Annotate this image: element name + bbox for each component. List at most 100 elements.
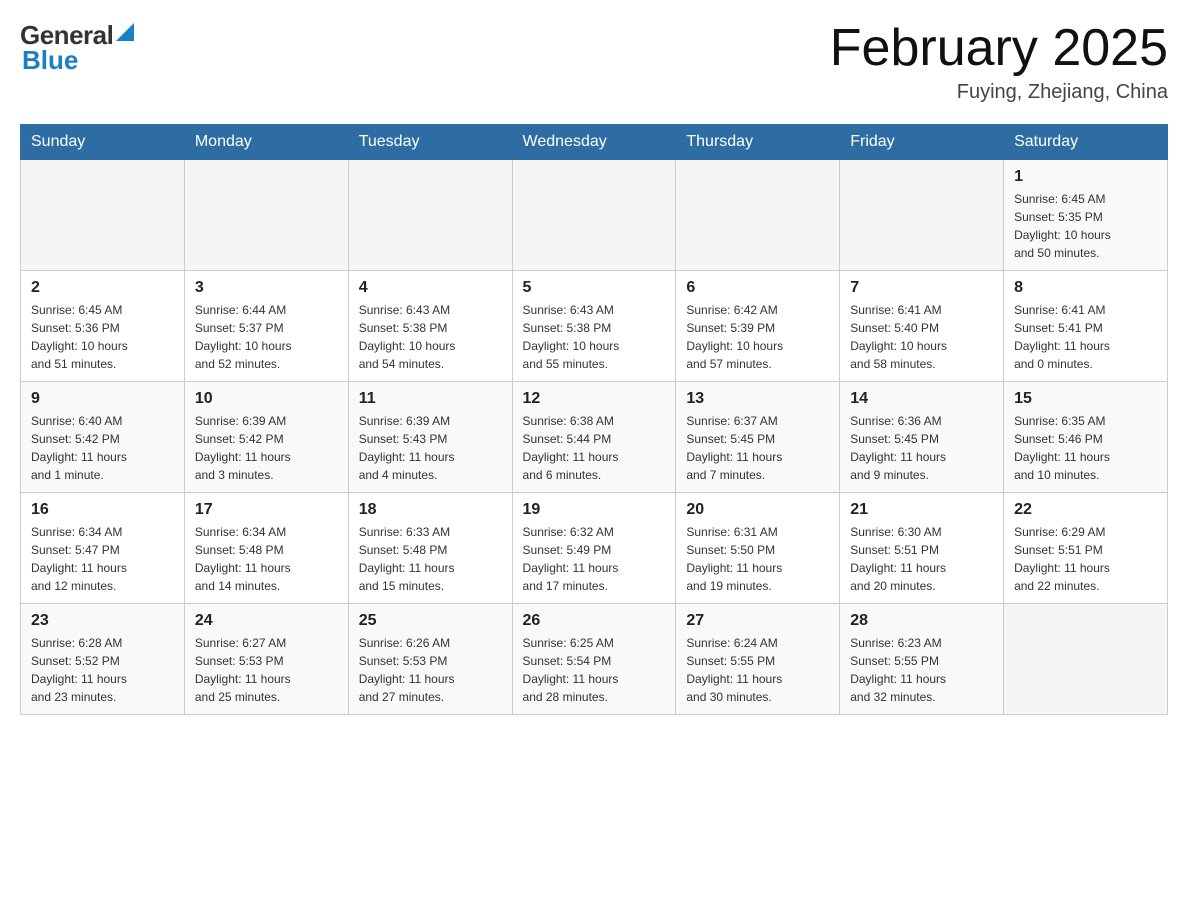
calendar-cell: 11 Sunrise: 6:39 AM Sunset: 5:43 PM Dayli… <box>348 382 512 493</box>
calendar-cell <box>1004 604 1168 715</box>
day-info: Sunrise: 6:41 AM Sunset: 5:41 PM Dayligh… <box>1014 301 1157 373</box>
day-number: 10 <box>195 390 338 408</box>
calendar-cell: 14Sunrise: 6:36 AM Sunset: 5:45 PM Dayli… <box>840 382 1004 493</box>
weekday-header-friday: Friday <box>840 125 1004 160</box>
month-title: February 2025 <box>830 20 1168 77</box>
day-number: 27 <box>686 612 829 630</box>
day-number: 13 <box>686 390 829 408</box>
weekday-header-tuesday: Tuesday <box>348 125 512 160</box>
calendar-cell: 5 Sunrise: 6:43 AM Sunset: 5:38 PM Daylig… <box>512 271 676 382</box>
calendar-cell <box>184 160 348 271</box>
day-info: Sunrise: 6:36 AM Sunset: 5:45 PM Dayligh… <box>850 412 993 484</box>
day-number: 24 <box>195 612 338 630</box>
calendar-cell <box>348 160 512 271</box>
week-row-2: 2Sunrise: 6:45 AM Sunset: 5:36 PM Daylig… <box>21 271 1168 382</box>
day-number: 15 <box>1014 390 1157 408</box>
calendar-cell: 3 Sunrise: 6:44 AM Sunset: 5:37 PM Daylig… <box>184 271 348 382</box>
day-number: 22 <box>1014 501 1157 519</box>
calendar-cell: 6 Sunrise: 6:42 AM Sunset: 5:39 PM Daylig… <box>676 271 840 382</box>
day-info: Sunrise: 6:41 AM Sunset: 5:40 PM Dayligh… <box>850 301 993 373</box>
calendar-cell: 21 Sunrise: 6:30 AM Sunset: 5:51 PM Dayli… <box>840 493 1004 604</box>
calendar-cell: 16 Sunrise: 6:34 AM Sunset: 5:47 PM Dayli… <box>21 493 185 604</box>
day-number: 1 <box>1014 168 1157 186</box>
calendar-cell: 7 Sunrise: 6:41 AM Sunset: 5:40 PM Daylig… <box>840 271 1004 382</box>
day-info: Sunrise: 6:34 AM Sunset: 5:47 PM Dayligh… <box>31 523 174 595</box>
calendar-cell: 2Sunrise: 6:45 AM Sunset: 5:36 PM Daylig… <box>21 271 185 382</box>
calendar-cell <box>512 160 676 271</box>
day-number: 21 <box>850 501 993 519</box>
weekday-header-monday: Monday <box>184 125 348 160</box>
logo-blue-text: Blue <box>22 45 78 76</box>
calendar-cell: 24 Sunrise: 6:27 AM Sunset: 5:53 PM Dayli… <box>184 604 348 715</box>
calendar-cell: 27 Sunrise: 6:24 AM Sunset: 5:55 PM Dayli… <box>676 604 840 715</box>
page-header: General Blue February 2025 Fuying, Zheji… <box>20 20 1168 104</box>
calendar-cell <box>676 160 840 271</box>
day-info: Sunrise: 6:28 AM Sunset: 5:52 PM Dayligh… <box>31 634 174 706</box>
location-label: Fuying, Zhejiang, China <box>830 81 1168 104</box>
calendar-table: SundayMondayTuesdayWednesdayThursdayFrid… <box>20 124 1168 715</box>
day-info: Sunrise: 6:42 AM Sunset: 5:39 PM Dayligh… <box>686 301 829 373</box>
day-info: Sunrise: 6:23 AM Sunset: 5:55 PM Dayligh… <box>850 634 993 706</box>
day-info: Sunrise: 6:37 AM Sunset: 5:45 PM Dayligh… <box>686 412 829 484</box>
title-section: February 2025 Fuying, Zhejiang, China <box>830 20 1168 104</box>
day-info: Sunrise: 6:27 AM Sunset: 5:53 PM Dayligh… <box>195 634 338 706</box>
calendar-cell: 12Sunrise: 6:38 AM Sunset: 5:44 PM Dayli… <box>512 382 676 493</box>
day-info: Sunrise: 6:31 AM Sunset: 5:50 PM Dayligh… <box>686 523 829 595</box>
day-number: 19 <box>523 501 666 519</box>
logo-arrow-icon <box>116 23 134 46</box>
calendar-cell: 19 Sunrise: 6:32 AM Sunset: 5:49 PM Dayli… <box>512 493 676 604</box>
day-info: Sunrise: 6:34 AM Sunset: 5:48 PM Dayligh… <box>195 523 338 595</box>
day-number: 12 <box>523 390 666 408</box>
day-number: 20 <box>686 501 829 519</box>
calendar-cell: 18 Sunrise: 6:33 AM Sunset: 5:48 PM Dayli… <box>348 493 512 604</box>
day-number: 25 <box>359 612 502 630</box>
calendar-cell: 20 Sunrise: 6:31 AM Sunset: 5:50 PM Dayli… <box>676 493 840 604</box>
calendar-cell: 9 Sunrise: 6:40 AM Sunset: 5:42 PM Daylig… <box>21 382 185 493</box>
day-number: 7 <box>850 279 993 297</box>
day-info: Sunrise: 6:40 AM Sunset: 5:42 PM Dayligh… <box>31 412 174 484</box>
day-number: 5 <box>523 279 666 297</box>
calendar-cell: 15 Sunrise: 6:35 AM Sunset: 5:46 PM Dayli… <box>1004 382 1168 493</box>
week-row-3: 9 Sunrise: 6:40 AM Sunset: 5:42 PM Daylig… <box>21 382 1168 493</box>
calendar-cell <box>840 160 1004 271</box>
day-info: Sunrise: 6:32 AM Sunset: 5:49 PM Dayligh… <box>523 523 666 595</box>
calendar-cell <box>21 160 185 271</box>
calendar-cell: 28 Sunrise: 6:23 AM Sunset: 5:55 PM Dayli… <box>840 604 1004 715</box>
week-row-5: 23 Sunrise: 6:28 AM Sunset: 5:52 PM Dayli… <box>21 604 1168 715</box>
day-info: Sunrise: 6:43 AM Sunset: 5:38 PM Dayligh… <box>523 301 666 373</box>
day-number: 8 <box>1014 279 1157 297</box>
day-number: 17 <box>195 501 338 519</box>
day-number: 6 <box>686 279 829 297</box>
day-info: Sunrise: 6:29 AM Sunset: 5:51 PM Dayligh… <box>1014 523 1157 595</box>
day-info: Sunrise: 6:25 AM Sunset: 5:54 PM Dayligh… <box>523 634 666 706</box>
day-number: 16 <box>31 501 174 519</box>
day-info: Sunrise: 6:43 AM Sunset: 5:38 PM Dayligh… <box>359 301 502 373</box>
calendar-cell: 26 Sunrise: 6:25 AM Sunset: 5:54 PM Dayli… <box>512 604 676 715</box>
calendar-cell: 1Sunrise: 6:45 AM Sunset: 5:35 PM Daylig… <box>1004 160 1168 271</box>
calendar-cell: 13 Sunrise: 6:37 AM Sunset: 5:45 PM Dayli… <box>676 382 840 493</box>
day-info: Sunrise: 6:35 AM Sunset: 5:46 PM Dayligh… <box>1014 412 1157 484</box>
day-info: Sunrise: 6:30 AM Sunset: 5:51 PM Dayligh… <box>850 523 993 595</box>
day-info: Sunrise: 6:45 AM Sunset: 5:36 PM Dayligh… <box>31 301 174 373</box>
day-info: Sunrise: 6:39 AM Sunset: 5:42 PM Dayligh… <box>195 412 338 484</box>
day-number: 28 <box>850 612 993 630</box>
day-info: Sunrise: 6:24 AM Sunset: 5:55 PM Dayligh… <box>686 634 829 706</box>
week-row-4: 16 Sunrise: 6:34 AM Sunset: 5:47 PM Dayli… <box>21 493 1168 604</box>
calendar-cell: 10 Sunrise: 6:39 AM Sunset: 5:42 PM Dayli… <box>184 382 348 493</box>
day-number: 26 <box>523 612 666 630</box>
day-number: 3 <box>195 279 338 297</box>
day-number: 23 <box>31 612 174 630</box>
day-info: Sunrise: 6:33 AM Sunset: 5:48 PM Dayligh… <box>359 523 502 595</box>
calendar-cell: 8 Sunrise: 6:41 AM Sunset: 5:41 PM Daylig… <box>1004 271 1168 382</box>
calendar-cell: 23 Sunrise: 6:28 AM Sunset: 5:52 PM Dayli… <box>21 604 185 715</box>
day-info: Sunrise: 6:44 AM Sunset: 5:37 PM Dayligh… <box>195 301 338 373</box>
day-info: Sunrise: 6:39 AM Sunset: 5:43 PM Dayligh… <box>359 412 502 484</box>
day-number: 4 <box>359 279 502 297</box>
day-number: 11 <box>359 390 502 408</box>
day-number: 18 <box>359 501 502 519</box>
logo: General Blue <box>20 20 134 76</box>
weekday-header-row: SundayMondayTuesdayWednesdayThursdayFrid… <box>21 125 1168 160</box>
calendar-cell: 25Sunrise: 6:26 AM Sunset: 5:53 PM Dayli… <box>348 604 512 715</box>
calendar-cell: 17 Sunrise: 6:34 AM Sunset: 5:48 PM Dayli… <box>184 493 348 604</box>
day-number: 9 <box>31 390 174 408</box>
